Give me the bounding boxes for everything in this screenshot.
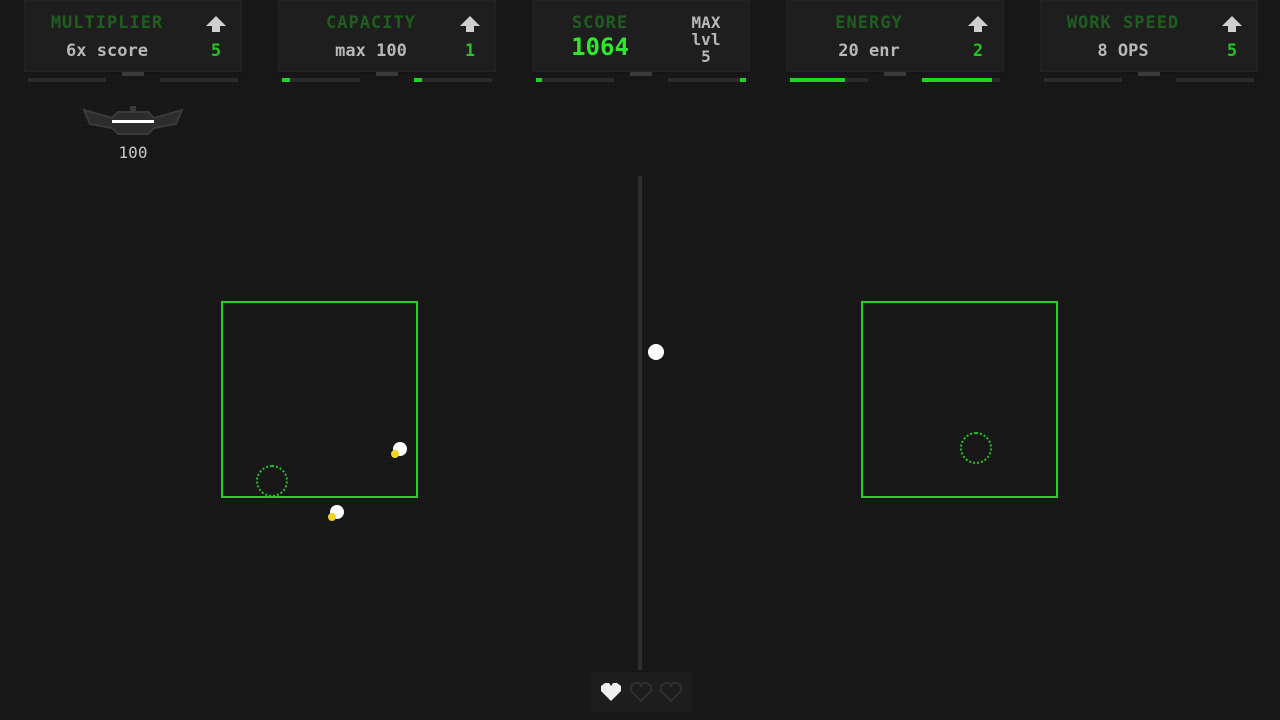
capacity-value: max 100 — [335, 41, 407, 61]
right-collection-box[interactable] — [861, 301, 1058, 498]
work-speed-level: 5 — [1226, 41, 1238, 61]
multiplier-bar-left — [28, 78, 106, 82]
energy-bar-left — [790, 78, 868, 82]
work-speed-bar-right — [1176, 78, 1254, 82]
multiplier-upgrade-button[interactable] — [202, 10, 230, 38]
score-bar-right — [668, 78, 746, 82]
multiplier-bars — [28, 78, 238, 84]
panel-notch — [630, 72, 652, 76]
white-ball — [648, 344, 664, 360]
score-bars — [536, 78, 746, 84]
capacity-panel: CAPACITY max 100 1 — [278, 0, 496, 74]
max-level-label: MAX lvl 5 — [674, 14, 738, 65]
ship-count: 100 — [118, 143, 148, 162]
energy-upgrade-button[interactable] — [964, 10, 992, 38]
work-speed-bar-left — [1044, 78, 1122, 82]
capacity-bars — [282, 78, 492, 84]
panel-notch — [122, 72, 144, 76]
right-target-ring[interactable] — [960, 432, 992, 464]
yellow-particle — [328, 505, 344, 521]
multiplier-level: 5 — [210, 41, 222, 61]
heart-icon — [601, 683, 621, 701]
bar-fill — [282, 78, 290, 82]
arrow-up-icon — [460, 16, 480, 32]
lives-indicator — [590, 672, 692, 712]
energy-panel: ENERGY 20 enr 2 — [786, 0, 1004, 74]
energy-level: 2 — [972, 41, 984, 61]
heart-icon — [630, 682, 652, 703]
yellow-particle — [391, 442, 407, 458]
capacity-upgrade-button[interactable] — [456, 10, 484, 38]
bar-fill — [739, 78, 746, 82]
left-target-ring[interactable] — [256, 465, 288, 497]
multiplier-panel: MULTIPLIER 6x score 5 — [24, 0, 242, 74]
score-bar-left — [536, 78, 614, 82]
capacity-bar-left — [282, 78, 360, 82]
score-title: SCORE — [571, 13, 629, 33]
work-speed-title: WORK SPEED — [1066, 13, 1180, 33]
arrow-up-icon — [1222, 16, 1242, 32]
max-level-line1: MAX — [691, 13, 721, 32]
center-divider — [638, 176, 642, 670]
left-collection-box[interactable] — [221, 301, 418, 498]
bar-fill — [414, 78, 422, 82]
bar-fill — [536, 78, 543, 82]
bar-fill — [790, 78, 845, 82]
energy-value: 20 enr — [838, 41, 900, 61]
panel-notch — [884, 72, 906, 76]
max-level-line3: 5 — [701, 47, 711, 66]
multiplier-title: MULTIPLIER — [50, 13, 164, 33]
bar-fill — [922, 78, 993, 82]
work-speed-panel: WORK SPEED 8 OPS 5 — [1040, 0, 1258, 74]
arrow-up-icon — [206, 16, 226, 32]
multiplier-value: 6x score — [66, 41, 148, 61]
capacity-title: CAPACITY — [326, 13, 416, 33]
work-speed-value: 8 OPS — [1097, 41, 1149, 61]
panel-notch — [1138, 72, 1160, 76]
work-speed-bars — [1044, 78, 1254, 84]
max-level-line2: lvl — [691, 30, 721, 49]
energy-title: ENERGY — [835, 13, 903, 33]
panel-notch — [376, 72, 398, 76]
multiplier-bar-right — [160, 78, 238, 82]
arrow-up-icon — [968, 16, 988, 32]
energy-bar-right — [922, 78, 1000, 82]
score-value: 1064 — [571, 33, 629, 61]
work-speed-upgrade-button[interactable] — [1218, 10, 1246, 38]
heart-icon — [660, 682, 682, 703]
capacity-level: 1 — [464, 41, 476, 61]
energy-bars — [790, 78, 1000, 84]
capacity-bar-right — [414, 78, 492, 82]
ship-icon[interactable] — [82, 104, 184, 140]
